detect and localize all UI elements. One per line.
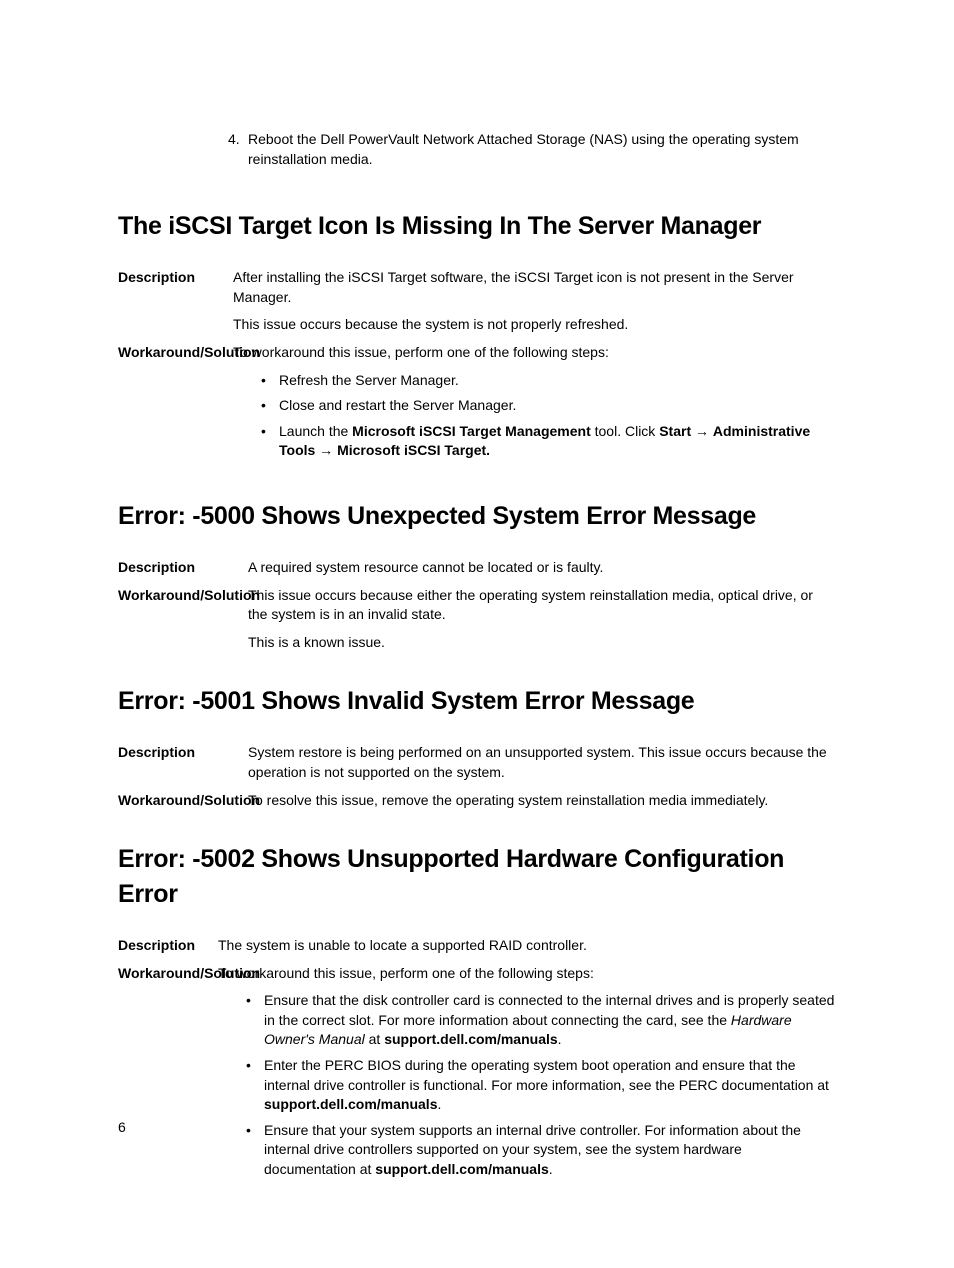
work-p1: This issue occurs because either the ope…	[248, 586, 836, 625]
text-part: Launch the	[279, 423, 352, 439]
label-workaround: Workaround/Solution	[118, 586, 248, 606]
step-text: Reboot the Dell PowerVault Network Attac…	[248, 130, 836, 169]
text-bold: Microsoft iSCSI Target.	[337, 442, 490, 458]
desc-p1: After installing the iSCSI Target softwa…	[233, 268, 836, 307]
section-error-5001: Error: -5001 Shows Invalid System Error …	[118, 684, 836, 810]
step-4: 4. Reboot the Dell PowerVault Network At…	[228, 130, 836, 169]
work-intro: To workaround this issue, perform one of…	[218, 964, 836, 984]
label-workaround: Workaround/Solution	[118, 791, 248, 811]
section-error-5000: Error: -5000 Shows Unexpected System Err…	[118, 499, 836, 652]
bullet-item: Enter the PERC BIOS during the operating…	[246, 1056, 836, 1115]
text-part: .	[558, 1031, 562, 1047]
bullet-item: Ensure that your system supports an inte…	[246, 1121, 836, 1180]
workaround-value: To workaround this issue, perform one of…	[218, 964, 836, 1186]
text-bold: Start	[659, 423, 691, 439]
arrow-icon: →	[691, 423, 713, 439]
heading: The iSCSI Target Icon Is Missing In The …	[118, 209, 836, 244]
text-part: tool. Click	[591, 423, 659, 439]
bullet-item: Refresh the Server Manager.	[261, 371, 836, 391]
arrow-icon: →	[315, 442, 337, 458]
workaround-value: To workaround this issue, perform one of…	[233, 343, 836, 467]
heading: Error: -5001 Shows Invalid System Error …	[118, 684, 836, 719]
work-intro: To workaround this issue, perform one of…	[233, 343, 836, 363]
description-value: System restore is being performed on an …	[248, 743, 836, 782]
section-iscsi-icon: The iSCSI Target Icon Is Missing In The …	[118, 209, 836, 467]
label-workaround: Workaround/Solution	[118, 964, 218, 984]
label-description: Description	[118, 558, 248, 578]
bullet-list: Ensure that the disk controller card is …	[218, 991, 836, 1179]
bullet-item: Close and restart the Server Manager.	[261, 396, 836, 416]
label-description: Description	[118, 268, 233, 288]
description-value: After installing the iSCSI Target softwa…	[233, 268, 836, 335]
text-bold: Microsoft iSCSI Target Management	[352, 423, 591, 439]
work-p2: This is a known issue.	[248, 633, 836, 653]
workaround-value: To resolve this issue, remove the operat…	[248, 791, 836, 811]
text-part: .	[549, 1161, 553, 1177]
text-bold: support.dell.com/manuals	[264, 1096, 437, 1112]
text-part: .	[437, 1096, 441, 1112]
text-part: Enter the PERC BIOS during the operating…	[264, 1057, 829, 1093]
label-workaround: Workaround/Solution	[118, 343, 233, 363]
text-part: at	[365, 1031, 384, 1047]
bullet-list: Refresh the Server Manager. Close and re…	[233, 371, 836, 461]
text-bold: support.dell.com/manuals	[375, 1161, 548, 1177]
step-number: 4.	[228, 130, 248, 169]
description-value: The system is unable to locate a support…	[218, 936, 836, 956]
heading: Error: -5000 Shows Unexpected System Err…	[118, 499, 836, 534]
workaround-value: This issue occurs because either the ope…	[248, 586, 836, 653]
label-description: Description	[118, 743, 248, 763]
desc-p2: This issue occurs because the system is …	[233, 315, 836, 335]
section-error-5002: Error: -5002 Shows Unsupported Hardware …	[118, 842, 836, 1186]
label-description: Description	[118, 936, 218, 956]
heading: Error: -5002 Shows Unsupported Hardware …	[118, 842, 836, 912]
description-value: A required system resource cannot be loc…	[248, 558, 836, 578]
bullet-item: Launch the Microsoft iSCSI Target Manage…	[261, 422, 836, 461]
page-number: 6	[118, 1118, 126, 1138]
bullet-item: Ensure that the disk controller card is …	[246, 991, 836, 1050]
text-bold: support.dell.com/manuals	[384, 1031, 557, 1047]
